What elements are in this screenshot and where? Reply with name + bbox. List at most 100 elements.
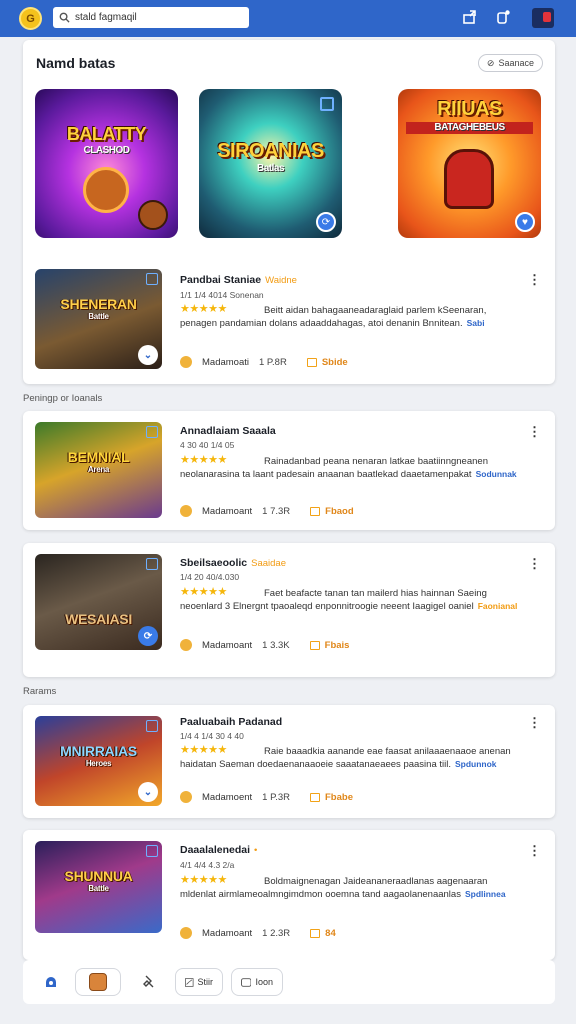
list-item[interactable]: BEMNIAL Arena Annadlaiam Saaala 4 30 40 1…	[23, 411, 555, 530]
publisher-icon	[180, 639, 192, 651]
download-icon[interactable]: ⌄	[138, 345, 158, 365]
get-button[interactable]: Fbais	[309, 640, 349, 651]
game-title[interactable]: Pandbai Staniae Waidne	[180, 274, 297, 286]
refresh-icon[interactable]: ⟳	[138, 626, 158, 646]
more-options-icon[interactable]: ⋮	[528, 425, 541, 438]
share-icon[interactable]	[462, 9, 478, 25]
search-icon	[59, 12, 70, 23]
image-icon	[146, 426, 158, 438]
search-box[interactable]	[53, 7, 249, 28]
image-icon	[146, 845, 158, 857]
download-size: 1 3.3K	[262, 639, 290, 651]
download-size: 1 P.8R	[259, 356, 287, 368]
nav-pin[interactable]	[131, 968, 165, 996]
search-input[interactable]	[75, 12, 235, 23]
game-tag: •	[254, 845, 258, 856]
featured-game-card[interactable]: SIROANIAS Batlas ⟳	[199, 89, 342, 238]
image-icon	[146, 558, 158, 570]
cart-icon	[310, 506, 321, 516]
featured-game-subtitle: CLASHOD	[83, 145, 130, 156]
featured-panel: Namd batas ⊘ Saanace BALATTY CLASHOD SIRO…	[23, 40, 555, 384]
game-link[interactable]: Faonianal	[478, 601, 518, 611]
game-meta: 1/1 1/4 4014 Sonenan	[180, 290, 264, 300]
game-description: Boldmaignenagan Jaideananeraadlanas aage…	[180, 876, 506, 900]
featured-game-subtitle: BATAGHEBEUS	[406, 122, 533, 134]
game-title[interactable]: Annadlaiam Saaala	[180, 425, 276, 437]
chat-icon	[241, 977, 252, 987]
get-button[interactable]: 84	[310, 928, 336, 939]
featured-game-title: BALATTY	[66, 124, 147, 144]
publisher-name: Madamoant	[202, 505, 253, 517]
home-icon	[46, 977, 56, 987]
pin-icon	[143, 975, 154, 988]
download-size: 1 P.3R	[262, 791, 290, 803]
nav-home[interactable]	[37, 968, 65, 996]
bottom-navigation: Stiir Ioon	[23, 960, 555, 1004]
cart-icon	[310, 928, 321, 938]
avatar[interactable]	[532, 8, 554, 28]
game-title[interactable]: Sbeilsaeoolic Saaidae	[180, 557, 286, 569]
download-icon[interactable]: ⌄	[138, 782, 158, 802]
grid-icon: ⊘	[486, 57, 495, 68]
avatar	[89, 973, 107, 991]
game-description: Faet beafacte tanan tan mailerd hias hai…	[180, 588, 518, 612]
more-options-icon[interactable]: ⋮	[528, 716, 541, 729]
more-options-icon[interactable]: ⋮	[528, 557, 541, 570]
game-description: Raie baaadkia aanande eae faasat anilaaa…	[180, 746, 511, 770]
see-all-button[interactable]: ⊘ Saanace	[477, 54, 543, 72]
game-link[interactable]: Spdlinnea	[465, 889, 506, 899]
game-link[interactable]: Sabi	[467, 318, 485, 328]
notifications-icon[interactable]	[495, 9, 511, 25]
publisher-name: Madamoent	[202, 791, 253, 803]
publisher-icon	[180, 505, 192, 517]
featured-game-card[interactable]: RIIUAS BATAGHEBEUS ♥	[398, 89, 541, 238]
download-size: 1 7.3R	[262, 505, 291, 517]
top-app-bar: G	[0, 0, 576, 37]
game-description: Rainadanbad peana nenaran latkae baatiin…	[180, 456, 517, 480]
nav-stats[interactable]: Stiir	[175, 968, 223, 996]
shield-icon	[138, 200, 168, 230]
list-item[interactable]: MNIRRAIAS Heroes ⌄ Paaluabaih Padanad 1/4…	[23, 705, 555, 818]
game-title[interactable]: Daaalalenedai •	[180, 844, 257, 856]
cart-icon	[310, 792, 320, 802]
app-logo[interactable]: G	[19, 7, 42, 30]
featured-game-card[interactable]: BALATTY CLASHOD	[35, 89, 178, 238]
game-thumbnail[interactable]: SHENERAN Battle ⌄	[35, 269, 162, 369]
get-button[interactable]: Fbabe	[310, 792, 353, 803]
download-size: 1 2.3R	[262, 927, 291, 939]
game-thumbnail[interactable]: SHUNNUA Battle	[35, 841, 162, 933]
section-label: Rarams	[23, 686, 57, 697]
game-title[interactable]: Paaluabaih Padanad	[180, 716, 282, 728]
publisher-name: Madamoant	[202, 639, 253, 651]
featured-game-title: RIIUAS	[437, 98, 502, 120]
section-title: Namd batas	[36, 55, 116, 71]
nav-profile[interactable]	[75, 968, 121, 996]
get-button[interactable]: Sbide	[306, 357, 348, 368]
publisher-icon	[180, 927, 192, 939]
featured-game-title: SIROANIAS	[217, 140, 324, 162]
more-options-icon[interactable]: ⋮	[528, 844, 541, 857]
cart-icon	[306, 357, 317, 367]
get-button[interactable]: Fbaod	[310, 506, 354, 517]
game-tag: Saaidae	[251, 558, 286, 569]
game-link[interactable]: Sodunnak	[476, 469, 517, 479]
publisher-icon	[180, 356, 192, 368]
list-item[interactable]: WESAIASI ⟳ Sbeilsaeoolic Saaidae 1/4 20 4…	[23, 543, 555, 677]
refresh-icon[interactable]: ⟳	[316, 212, 336, 232]
cart-icon	[309, 640, 320, 650]
publisher-name: Madamoati	[202, 356, 249, 368]
list-item[interactable]: SHUNNUA Battle Daaalalenedai • 4/1 4/4 4.3…	[23, 830, 555, 960]
favorite-icon[interactable]: ♥	[515, 212, 535, 232]
more-options-icon[interactable]: ⋮	[528, 273, 541, 286]
game-thumbnail[interactable]: MNIRRAIAS Heroes ⌄	[35, 716, 162, 806]
game-description: Beitt aidan bahagaaneadaraglaid parlem k…	[180, 305, 487, 329]
nav-chat[interactable]: Ioon	[231, 968, 283, 996]
image-icon	[320, 97, 334, 111]
game-thumbnail[interactable]: BEMNIAL Arena	[35, 422, 162, 518]
game-link[interactable]: Spdunnok	[455, 759, 497, 769]
game-thumbnail[interactable]: WESAIASI ⟳	[35, 554, 162, 650]
image-icon	[146, 273, 158, 285]
game-meta: 4/1 4/4 4.3 2/a	[180, 860, 235, 870]
chart-icon	[185, 977, 194, 987]
publisher-icon	[180, 791, 192, 803]
